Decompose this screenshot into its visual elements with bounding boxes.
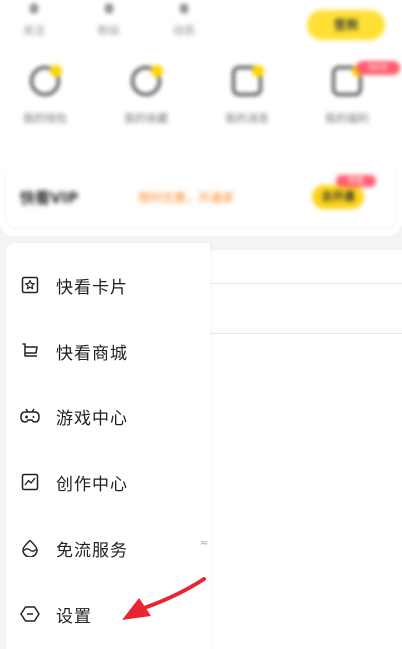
quick-action-label: 我的福利	[325, 112, 369, 125]
chart-icon	[20, 472, 40, 492]
wallet-icon	[30, 65, 62, 96]
stat-value: 0	[179, 2, 189, 16]
scroll-hint: ≈	[200, 538, 209, 549]
quick-action-wallet[interactable]: 我的钱包	[10, 65, 80, 126]
stat-posts[interactable]: 0 动态	[164, 2, 204, 38]
vip-promo-text: 限时优惠，开通享	[138, 191, 235, 205]
stat-label: 粉丝	[98, 24, 120, 37]
quick-action-favorites[interactable]: 我的收藏	[111, 65, 181, 126]
signin-button[interactable]: 签到	[307, 10, 385, 40]
messages-icon	[232, 65, 264, 96]
stats-row: 0 关注 0 粉丝 0 动态	[0, 2, 300, 44]
stat-fans[interactable]: 0 粉丝	[89, 2, 129, 38]
vip-badge: 特惠	[336, 175, 376, 187]
menu-item-label: 快看卡片	[56, 277, 128, 298]
menu-item-game-center[interactable]: 游戏中心	[6, 392, 210, 440]
background-panel	[210, 250, 402, 649]
quick-actions: 我的钱包 我的收藏 我的消息 我的福利 NEW	[0, 61, 402, 136]
menu-item-label: 创作中心	[56, 474, 128, 495]
stat-following[interactable]: 0 关注	[14, 2, 54, 38]
menu-item-label: 免流服务	[56, 540, 128, 561]
stat-label: 动态	[173, 24, 195, 37]
menu-item-label: 游戏中心	[56, 408, 128, 429]
water-drop-icon	[20, 538, 40, 558]
quick-action-label: 我的钱包	[23, 112, 67, 125]
settings-icon	[20, 604, 40, 624]
divider	[210, 283, 402, 284]
menu-item-label: 设置	[56, 606, 92, 627]
vip-banner[interactable]: 快看VIP 限时优惠，开通享 去开通 特惠	[6, 165, 396, 227]
quick-action-messages[interactable]: 我的消息	[212, 65, 282, 126]
stat-value: 0	[29, 2, 39, 16]
menu-item-free-data[interactable]: 免流服务	[6, 524, 210, 572]
vip-open-button[interactable]: 去开通	[312, 185, 364, 209]
new-badge: NEW	[356, 61, 400, 75]
gamepad-icon	[20, 406, 40, 426]
vip-title: 快看VIP	[20, 189, 79, 207]
menu-item-cards[interactable]: 快看卡片	[6, 261, 210, 309]
stat-label: 关注	[23, 24, 45, 37]
menu-item-creator-center[interactable]: 创作中心	[6, 458, 210, 506]
vip-banner-content: 快看VIP 限时优惠，开通享 去开通 特惠	[6, 165, 396, 227]
quick-action-label: 我的消息	[225, 112, 269, 125]
quick-action-label: 我的收藏	[124, 112, 168, 125]
menu-item-label: 快看商城	[56, 343, 128, 364]
menu-item-mall[interactable]: 快看商城	[6, 327, 210, 375]
card-icon	[20, 275, 40, 295]
quick-action-welfare[interactable]: 我的福利	[312, 65, 382, 126]
favorites-icon	[131, 65, 163, 96]
annotation-arrow-icon	[122, 577, 206, 620]
stat-value: 0	[104, 2, 114, 16]
divider	[210, 333, 402, 334]
shopping-cart-icon	[20, 341, 40, 361]
